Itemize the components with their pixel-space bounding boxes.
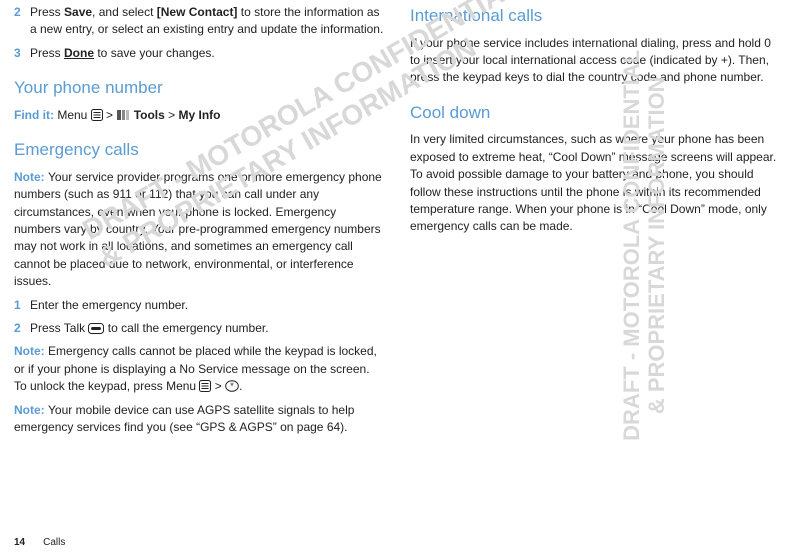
find-it-line: Find it: Menu > Tools > My Info [14, 107, 384, 124]
step-body: Enter the emergency number. [30, 297, 384, 314]
emergency-step-2: 2 Press Talk to call the emergency numbe… [14, 320, 384, 337]
done-label: Done [64, 46, 94, 60]
step-body: Press Talk to call the emergency number. [30, 320, 384, 337]
text: Emergency calls cannot be placed while t… [14, 344, 377, 393]
heading-emergency-calls: Emergency calls [14, 138, 384, 163]
my-info-label: My Info [179, 108, 221, 122]
note-label: Note: [14, 344, 48, 358]
find-it-label: Find it: [14, 108, 57, 122]
step-number: 2 [14, 320, 30, 337]
menu-icon [91, 109, 103, 121]
page-number: 14 [14, 536, 25, 551]
emergency-note: Note: Your service provider programs one… [14, 169, 384, 291]
text: Press [30, 5, 64, 19]
note-agps: Note: Your mobile device can use AGPS sa… [14, 402, 384, 437]
step-number: 3 [14, 45, 30, 62]
text: to save your changes. [94, 46, 215, 60]
menu-icon [199, 380, 211, 392]
text: > [103, 108, 117, 122]
heading-your-phone-number: Your phone number [14, 76, 384, 101]
text: Press Talk [30, 321, 88, 335]
text: Menu [57, 108, 90, 122]
heading-cool-down: Cool down [410, 101, 780, 126]
section-name: Calls [43, 536, 65, 551]
tools-label: Tools [130, 108, 164, 122]
heading-international-calls: International calls [410, 4, 780, 29]
save-label: Save [64, 5, 92, 19]
right-column: International calls If your phone servic… [410, 4, 780, 442]
page-columns: 2 Press Save, and select [New Contact] t… [14, 4, 796, 442]
text: . [239, 379, 242, 393]
new-contact-label: [New Contact] [157, 5, 238, 19]
step-number: 2 [14, 4, 30, 39]
international-para: If your phone service includes internati… [410, 35, 780, 87]
cool-down-para: In very limited circumstances, such as w… [410, 131, 780, 235]
page-footer: 14 Calls [14, 536, 65, 551]
tools-icon [116, 109, 130, 121]
note-keypad-locked: Note: Emergency calls cannot be placed w… [14, 343, 384, 395]
note-label: Note: [14, 170, 48, 184]
text: > [165, 108, 179, 122]
step-2: 2 Press Save, and select [New Contact] t… [14, 4, 384, 39]
text: , and select [92, 5, 157, 19]
text: to call the emergency number. [104, 321, 268, 335]
emergency-step-1: 1 Enter the emergency number. [14, 297, 384, 314]
star-key-icon: * [225, 380, 239, 392]
text: Press [30, 46, 64, 60]
svg-text:*: * [230, 381, 234, 391]
left-column: 2 Press Save, and select [New Contact] t… [14, 4, 384, 442]
text: Your mobile device can use AGPS satellit… [14, 403, 354, 434]
talk-icon [88, 323, 104, 334]
text: Your service provider programs one or mo… [14, 170, 382, 288]
step-3: 3 Press Done to save your changes. [14, 45, 384, 62]
step-body: Press Done to save your changes. [30, 45, 384, 62]
step-body: Press Save, and select [New Contact] to … [30, 4, 384, 39]
note-label: Note: [14, 403, 48, 417]
step-number: 1 [14, 297, 30, 314]
text: > [211, 379, 225, 393]
